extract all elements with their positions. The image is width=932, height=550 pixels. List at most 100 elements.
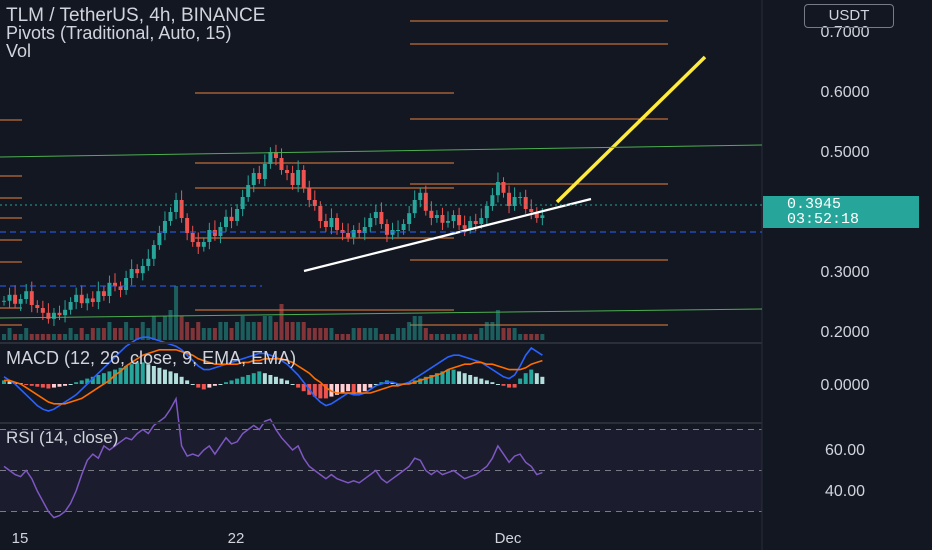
- price-tick-label: 0.5000: [821, 144, 870, 161]
- macd-histogram-bar: [174, 373, 179, 384]
- candle-body: [418, 192, 423, 200]
- time-tick-label: 22: [228, 530, 245, 547]
- volume-bar: [35, 334, 40, 340]
- channel-line: [0, 144, 763, 158]
- currency-button[interactable]: USDT: [804, 4, 894, 28]
- volume-bar: [90, 328, 95, 340]
- volume-bar: [523, 334, 528, 340]
- volume-indicator-label[interactable]: Vol: [6, 41, 31, 62]
- volume-bar: [529, 334, 534, 340]
- price-tick-label: 0.2000: [821, 324, 870, 341]
- volume-bar: [229, 328, 234, 340]
- volume-bar: [285, 322, 290, 340]
- volume-bar: [312, 328, 317, 340]
- macd-label[interactable]: MACD (12, 26, close, 9, EMA, EMA): [6, 348, 296, 369]
- macd-histogram-bar: [523, 373, 528, 384]
- volume-bar: [423, 328, 428, 340]
- candle-body: [451, 215, 456, 221]
- candle-body: [129, 269, 134, 278]
- candle-body: [501, 182, 506, 193]
- macd-tick-label: 0.0000: [821, 377, 870, 394]
- candle-body: [329, 218, 334, 227]
- volume-bar: [246, 322, 251, 340]
- volume-bar: [218, 322, 223, 340]
- volume-bar: [446, 334, 450, 340]
- candle-body: [107, 282, 112, 296]
- volume-bar: [484, 322, 489, 340]
- macd-histogram-bar: [224, 382, 228, 384]
- macd-histogram-bar: [157, 367, 162, 384]
- candle-body: [29, 291, 34, 305]
- rsi-label[interactable]: RSI (14, close): [6, 428, 118, 448]
- candle-body: [296, 170, 301, 185]
- volume-bar: [451, 334, 456, 340]
- macd-histogram-bar: [201, 384, 206, 390]
- pivots-indicator-label[interactable]: Pivots (Traditional, Auto, 15): [6, 23, 231, 44]
- candle-body: [446, 221, 450, 223]
- macd-histogram-bar: [296, 384, 301, 388]
- chart-canvas[interactable]: 0.0000 60.0040.00 0.70000.60000.50000.30…: [0, 0, 932, 550]
- volume-bar: [168, 310, 173, 340]
- candle-body: [540, 215, 545, 218]
- volume-bar: [235, 322, 240, 340]
- macd-histogram-bar: [501, 384, 506, 386]
- volume-bar: [396, 328, 401, 340]
- candle-body: [212, 230, 217, 236]
- volume-bar: [118, 328, 123, 340]
- last-price-value: 0.3945: [787, 196, 842, 213]
- volume-bar: [201, 328, 206, 340]
- candle-body: [13, 294, 18, 304]
- volume-bar: [212, 328, 217, 340]
- macd-histogram-bar: [207, 384, 212, 388]
- candle-body: [85, 298, 90, 304]
- macd-histogram-bar: [290, 384, 295, 385]
- macd-histogram-bar: [451, 369, 456, 384]
- volume-bar: [462, 334, 467, 340]
- candle-body: [429, 210, 434, 218]
- drawings[interactable]: [303, 55, 707, 273]
- volume-bar: [74, 334, 79, 340]
- candle-body: [179, 200, 184, 218]
- macd-histogram-bar: [340, 384, 345, 393]
- volume-bar: [457, 334, 462, 340]
- candle-body: [346, 233, 351, 238]
- volume-bar: [495, 310, 500, 340]
- volume-bar: [185, 322, 190, 340]
- volume-bar: [346, 334, 351, 340]
- candle-body: [196, 242, 201, 247]
- macd-histogram-bar: [534, 373, 539, 384]
- volume-bar: [224, 322, 228, 340]
- candle-body: [57, 312, 62, 316]
- macd-histogram-bar: [518, 378, 523, 384]
- volume-bar: [468, 334, 473, 340]
- macd-histogram-bar: [40, 384, 45, 388]
- macd-histogram-bar: [346, 384, 351, 392]
- candle-body: [201, 242, 206, 247]
- candle-body: [307, 188, 312, 200]
- candle-body: [96, 291, 101, 302]
- candle-body: [529, 209, 534, 212]
- candle-body: [257, 173, 262, 179]
- macd-histogram-bar: [190, 384, 195, 385]
- candle-body: [479, 218, 484, 224]
- macd-histogram-bar: [63, 384, 68, 386]
- candle-body: [368, 218, 373, 227]
- volume-bar: [240, 316, 245, 340]
- last-price-tag: 0.3945 03:52:18: [763, 196, 919, 228]
- macd-histogram-bar: [162, 369, 167, 384]
- volume-bar: [101, 328, 106, 340]
- macd-histogram-bar: [273, 376, 278, 384]
- bar-countdown: 03:52:18: [787, 211, 860, 228]
- macd-histogram-bar: [473, 376, 478, 384]
- volume-bar: [473, 334, 478, 340]
- candle-body: [157, 233, 162, 245]
- candle-body: [301, 170, 306, 188]
- candle-body: [518, 197, 523, 198]
- candle-body: [74, 294, 79, 302]
- candle-body: [290, 173, 295, 185]
- volume-bar: [429, 334, 434, 340]
- candle-body: [229, 216, 234, 221]
- candle-body: [462, 225, 467, 229]
- volume-bar: [2, 334, 6, 340]
- candle-body: [90, 298, 95, 302]
